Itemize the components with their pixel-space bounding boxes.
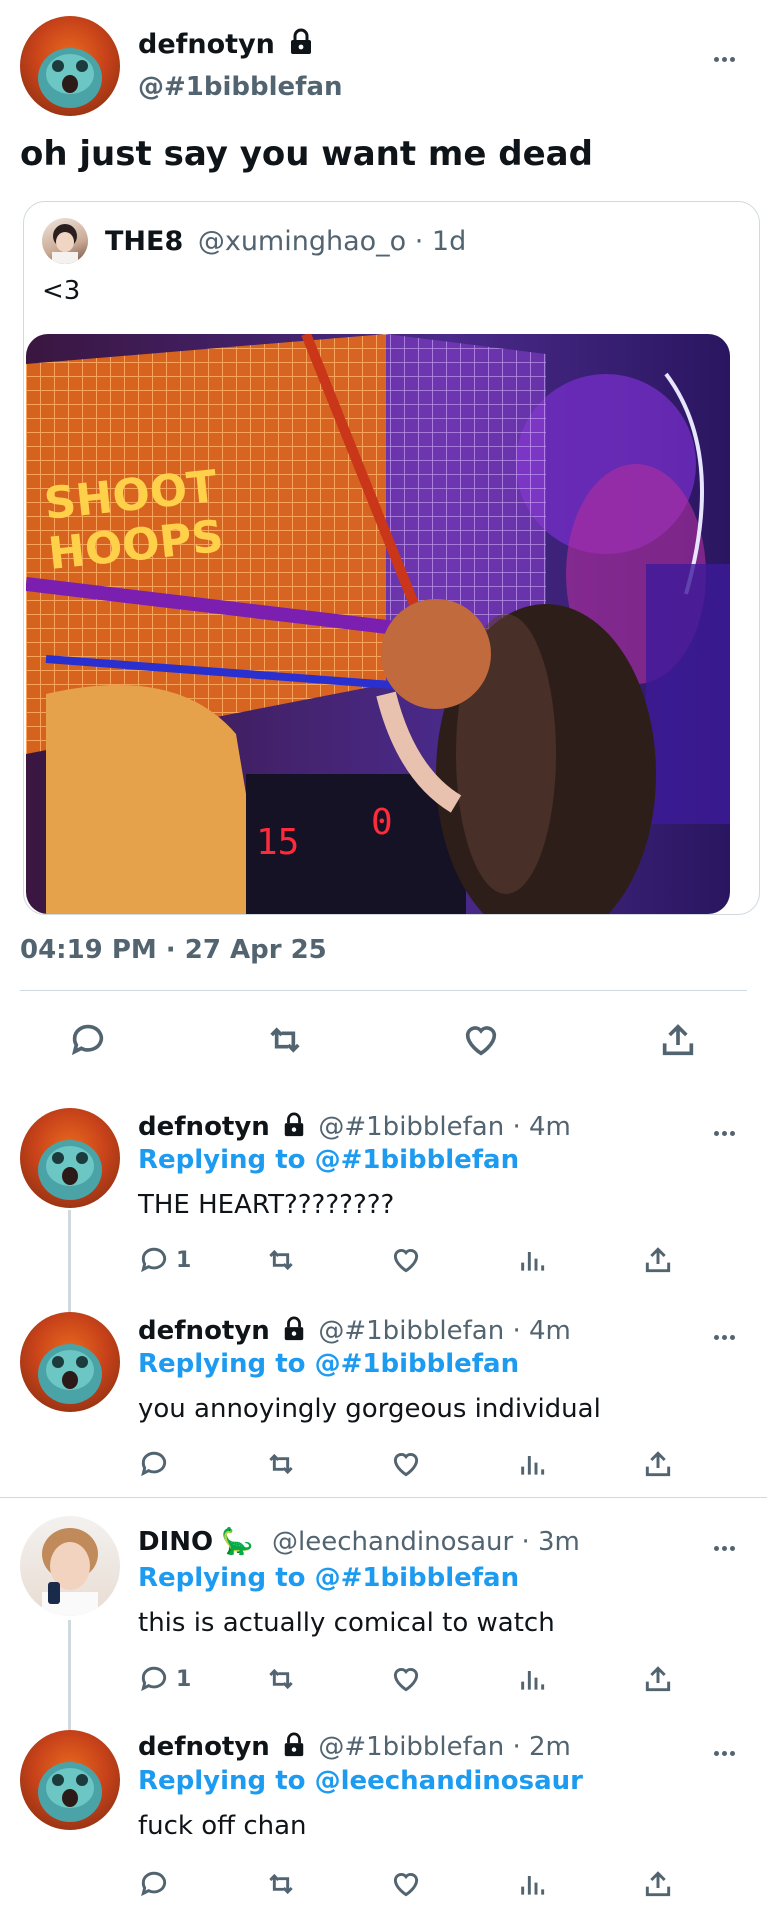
reply-button[interactable] — [138, 1448, 176, 1480]
analytics-icon — [521, 1876, 545, 1895]
main-avatar[interactable] — [20, 16, 120, 116]
main-timestamp[interactable]: 04:19 PM · 27 Apr 25 — [20, 935, 327, 965]
quote-media[interactable]: SHOOT HOOPS 15 0 — [26, 334, 730, 914]
more-icon[interactable] — [714, 1741, 738, 1756]
like-icon — [465, 1026, 497, 1056]
reply-button[interactable]: 1 — [138, 1663, 191, 1695]
main-author-name[interactable]: defnotyn — [138, 28, 314, 60]
quote-text: <3 — [42, 276, 81, 306]
share-icon — [645, 1666, 671, 1692]
main-tweet-text: oh just say you want me dead — [20, 134, 593, 174]
reply-icon — [141, 1451, 167, 1477]
reply-avatar[interactable] — [20, 1108, 120, 1208]
analytics-button[interactable] — [516, 1663, 548, 1695]
analytics-icon — [521, 1252, 545, 1271]
analytics-icon — [521, 1456, 545, 1475]
retweet-icon — [269, 1873, 293, 1895]
reply-avatar[interactable] — [20, 1730, 120, 1830]
quote-avatar-image — [52, 224, 78, 264]
reply-header[interactable]: DINO 🦕 @leechandinosaur · 3m — [138, 1527, 580, 1557]
reply-avatar[interactable] — [20, 1516, 120, 1616]
retweet-icon — [269, 1668, 293, 1690]
reply-avatar[interactable] — [20, 1312, 120, 1412]
like-icon — [393, 1667, 419, 1692]
reply-icon — [141, 1247, 167, 1273]
score-left: 15 — [256, 822, 299, 863]
main-retweet-button[interactable] — [264, 1020, 306, 1060]
main-share-button[interactable] — [658, 1020, 698, 1060]
score-right: 0 — [371, 802, 393, 843]
reply-text: THE HEART???????? — [138, 1190, 395, 1220]
retweet-button[interactable] — [264, 1663, 298, 1695]
reply-icon — [71, 1024, 104, 1056]
lock-icon — [284, 1316, 304, 1341]
replying-to: Replying to @#1bibblefan — [138, 1145, 520, 1175]
reply-icon — [141, 1666, 167, 1692]
replying-to: Replying to @leechandinosaur — [138, 1766, 583, 1796]
like-icon — [393, 1452, 419, 1477]
reply-header[interactable]: defnotyn @#1bibblefan · 2m — [138, 1732, 571, 1762]
reply-header[interactable]: defnotyn @#1bibblefan · 4m — [138, 1316, 571, 1346]
more-icon[interactable] — [714, 47, 738, 62]
reply-button[interactable]: 1 — [138, 1244, 191, 1276]
share-button[interactable] — [642, 1868, 674, 1900]
quote-avatar[interactable] — [42, 218, 88, 264]
dino-emoji: 🦕 — [221, 1527, 254, 1557]
share-button[interactable] — [642, 1663, 674, 1695]
reply-text: this is actually comical to watch — [138, 1608, 555, 1638]
like-button[interactable] — [390, 1244, 422, 1276]
reply-icon — [141, 1871, 167, 1897]
retweet-icon — [269, 1453, 293, 1475]
creature-image — [38, 1344, 102, 1404]
retweet-icon — [270, 1027, 300, 1053]
reply-text: fuck off chan — [138, 1811, 307, 1841]
reply-divider — [0, 1497, 767, 1498]
share-button[interactable] — [642, 1244, 674, 1276]
creature-image — [38, 1762, 102, 1822]
analytics-icon — [521, 1671, 545, 1690]
retweet-button[interactable] — [264, 1448, 298, 1480]
retweet-icon — [269, 1249, 293, 1271]
reply-header[interactable]: defnotyn @#1bibblefan · 4m — [138, 1112, 571, 1142]
more-icon[interactable] — [714, 1121, 738, 1136]
like-button[interactable] — [390, 1663, 422, 1695]
retweet-button[interactable] — [264, 1868, 298, 1900]
lock-icon — [284, 1112, 304, 1137]
retweet-button[interactable] — [264, 1244, 298, 1276]
reply-button[interactable] — [138, 1868, 176, 1900]
main-reply-button[interactable] — [68, 1020, 108, 1060]
reply-text: you annoyingly gorgeous individual — [138, 1394, 601, 1424]
analytics-button[interactable] — [516, 1448, 548, 1480]
like-icon — [393, 1872, 419, 1897]
creature-image — [38, 48, 102, 108]
more-icon[interactable] — [714, 1536, 738, 1551]
thread-connector-2 — [68, 1620, 71, 1730]
creature-image — [38, 1140, 102, 1200]
share-button[interactable] — [642, 1448, 674, 1480]
like-button[interactable] — [390, 1448, 422, 1480]
like-icon — [393, 1248, 419, 1273]
main-like-button[interactable] — [461, 1020, 501, 1060]
share-icon — [645, 1871, 671, 1897]
analytics-button[interactable] — [516, 1244, 548, 1276]
like-button[interactable] — [390, 1868, 422, 1900]
lock-icon — [291, 28, 312, 54]
arcade-photo: SHOOT HOOPS 15 0 — [26, 334, 730, 914]
replying-to: Replying to @#1bibblefan — [138, 1563, 520, 1593]
more-icon[interactable] — [714, 1325, 738, 1340]
analytics-button[interactable] — [516, 1868, 548, 1900]
quote-author[interactable]: THE8 @xuminghao_o · 1d — [105, 226, 466, 257]
share-icon — [662, 1024, 694, 1056]
share-icon — [645, 1247, 671, 1273]
thread-connector-1 — [68, 1210, 71, 1320]
share-icon — [645, 1451, 671, 1477]
lock-icon — [284, 1732, 304, 1757]
timestamp-divider — [20, 990, 747, 991]
main-author-handle[interactable]: @#1bibblefan — [138, 72, 343, 102]
dino-avatar-image — [42, 1528, 98, 1616]
replying-to: Replying to @#1bibblefan — [138, 1349, 520, 1379]
